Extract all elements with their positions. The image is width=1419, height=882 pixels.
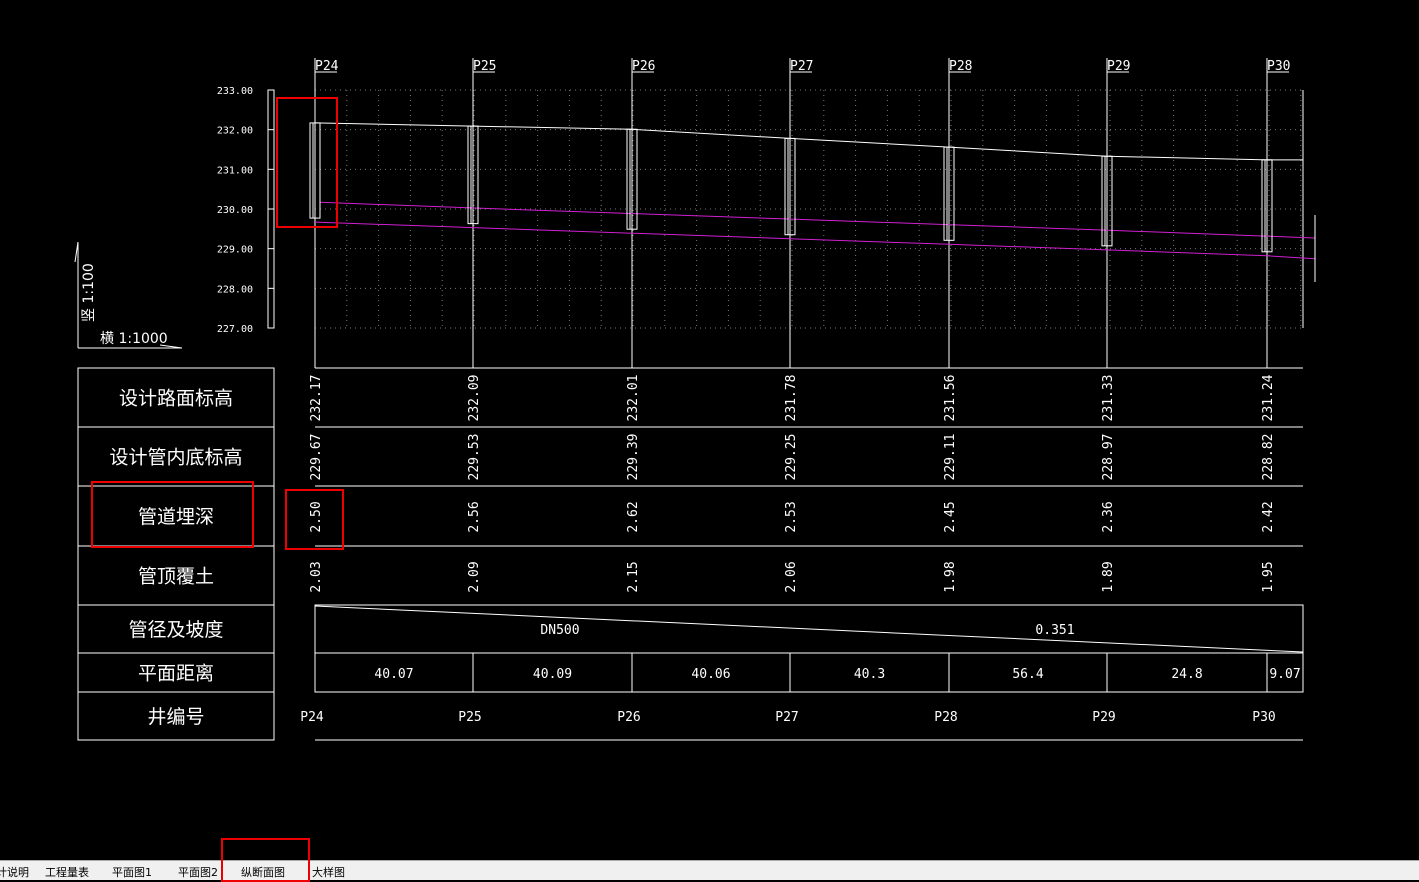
road-elevation-value: 231.24 bbox=[1261, 374, 1276, 421]
invert-elevation-value: 229.67 bbox=[309, 434, 324, 481]
table-row-label: 管径及坡度 bbox=[128, 619, 223, 641]
pipe-invert-line bbox=[314, 221, 1316, 260]
cover-value: 2.06 bbox=[784, 561, 799, 592]
road-elevation-value: 231.78 bbox=[784, 375, 799, 422]
invert-elevation-value: 228.82 bbox=[1261, 434, 1276, 481]
burial-depth-value: 2.36 bbox=[1101, 501, 1116, 532]
table-row-label: 设计路面标高 bbox=[119, 388, 233, 410]
sheet-tab-bar: 计说明 工程量表 平面图1 平面图2 纵断面图 大样图 bbox=[0, 860, 1419, 880]
distance-value: 40.06 bbox=[691, 667, 730, 682]
well-id-value: P24 bbox=[300, 710, 324, 725]
well-id-value: P30 bbox=[1252, 710, 1275, 725]
distance-value: 40.07 bbox=[374, 667, 413, 682]
well-label: P27 bbox=[790, 59, 813, 74]
elevation-tick-label: 232.00 bbox=[217, 126, 253, 137]
burial-depth-value: 2.56 bbox=[467, 501, 482, 532]
table-row-label: 设计管内底标高 bbox=[109, 447, 242, 469]
invert-elevation-value: 229.39 bbox=[626, 434, 641, 481]
well-id-value: P25 bbox=[458, 710, 481, 725]
well-label: P30 bbox=[1267, 59, 1290, 74]
elevation-tick-label: 229.00 bbox=[217, 245, 253, 256]
road-elevation-value: 231.33 bbox=[1101, 375, 1116, 422]
road-elevation-value: 232.09 bbox=[467, 375, 482, 422]
well-label: P24 bbox=[315, 59, 339, 74]
distance-value: 40.3 bbox=[854, 667, 885, 682]
elevation-axis-ticks: 233.00 232.00 231.00 230.00 229.00 228.00 227.… bbox=[217, 86, 274, 335]
profile-lines bbox=[309, 122, 1316, 282]
tab-quantity-table[interactable]: 工程量表 bbox=[45, 864, 89, 880]
tab-detail[interactable]: 大样图 bbox=[312, 864, 345, 880]
distance-value: 40.09 bbox=[533, 667, 572, 682]
distance-value: 56.4 bbox=[1012, 667, 1043, 682]
well-id-value: P27 bbox=[775, 710, 798, 725]
invert-elevation-value: 229.53 bbox=[467, 434, 482, 481]
tab-plan-2[interactable]: 平面图2 bbox=[178, 864, 218, 880]
invert-elevation-value: 229.11 bbox=[943, 434, 958, 481]
pipe-crown-line bbox=[319, 201, 1316, 239]
tab-design-notes[interactable]: 计说明 bbox=[0, 864, 29, 880]
table-row-label: 平面距离 bbox=[138, 663, 214, 685]
elevation-tick-label: 233.00 bbox=[217, 86, 253, 97]
well-label: P26 bbox=[632, 59, 655, 74]
invert-elevation-value: 229.25 bbox=[784, 434, 799, 481]
well-label: P29 bbox=[1107, 59, 1130, 74]
burial-depth-value: 2.45 bbox=[943, 501, 958, 532]
road-elevation-value: 231.56 bbox=[943, 375, 958, 422]
cad-drawing-canvas[interactable]: 竖 1:100 横 1:1000 233.00 232.00 231.00 230.0… bbox=[0, 0, 1419, 860]
well-columns: P24 P25 P26 P27 P28 P29 P30 bbox=[314, 58, 1290, 368]
cover-value: 2.09 bbox=[467, 561, 482, 592]
burial-depth-value: 2.50 bbox=[309, 501, 324, 532]
invert-elevation-value: 228.97 bbox=[1101, 434, 1116, 481]
cover-value: 2.03 bbox=[309, 561, 324, 592]
profile-grid bbox=[314, 89, 1304, 369]
distance-value: 9.07 bbox=[1269, 667, 1300, 682]
road-elevation-value: 232.17 bbox=[309, 375, 324, 422]
vertical-scale-label: 竖 1:100 bbox=[81, 263, 97, 322]
cover-value: 1.89 bbox=[1101, 561, 1116, 592]
horizontal-scale-label: 横 1:1000 bbox=[100, 331, 168, 347]
profile-data-table: 设计路面标高设计管内底标高管道埋深管顶覆土管径及坡度平面距离井编号 DN500 0.… bbox=[77, 367, 1304, 741]
slope-diagonal bbox=[314, 605, 1304, 653]
elevation-tick-label: 230.00 bbox=[217, 205, 253, 216]
well-label: P25 bbox=[473, 59, 496, 74]
tab-plan-1[interactable]: 平面图1 bbox=[112, 864, 152, 880]
table-row-label: 管道埋深 bbox=[138, 506, 214, 528]
burial-depth-value: 2.53 bbox=[784, 501, 799, 532]
well-id-value: P28 bbox=[934, 710, 957, 725]
road-elevation-value: 232.01 bbox=[626, 375, 641, 422]
cover-value: 1.98 bbox=[943, 561, 958, 592]
well-label: P28 bbox=[949, 59, 972, 74]
well-id-value: P29 bbox=[1092, 710, 1115, 725]
cover-value: 1.95 bbox=[1261, 561, 1276, 592]
pipe-slope-label: 0.351 bbox=[1035, 623, 1074, 638]
burial-depth-value: 2.42 bbox=[1261, 501, 1276, 532]
table-row-label: 井编号 bbox=[147, 706, 204, 728]
pipe-info-box bbox=[314, 604, 1304, 693]
table-row-label: 管顶覆土 bbox=[138, 566, 214, 588]
tab-profile[interactable]: 纵断面图 bbox=[241, 864, 285, 880]
road-surface-line bbox=[314, 122, 1303, 161]
cover-value: 2.15 bbox=[626, 561, 641, 592]
pipe-diameter-label: DN500 bbox=[540, 623, 579, 638]
elevation-tick-label: 227.00 bbox=[217, 324, 253, 335]
well-id-value: P26 bbox=[617, 710, 640, 725]
elevation-tick-label: 228.00 bbox=[217, 284, 253, 295]
burial-depth-value: 2.62 bbox=[626, 501, 641, 532]
distance-value: 24.8 bbox=[1171, 667, 1202, 682]
elevation-tick-label: 231.00 bbox=[217, 165, 253, 176]
